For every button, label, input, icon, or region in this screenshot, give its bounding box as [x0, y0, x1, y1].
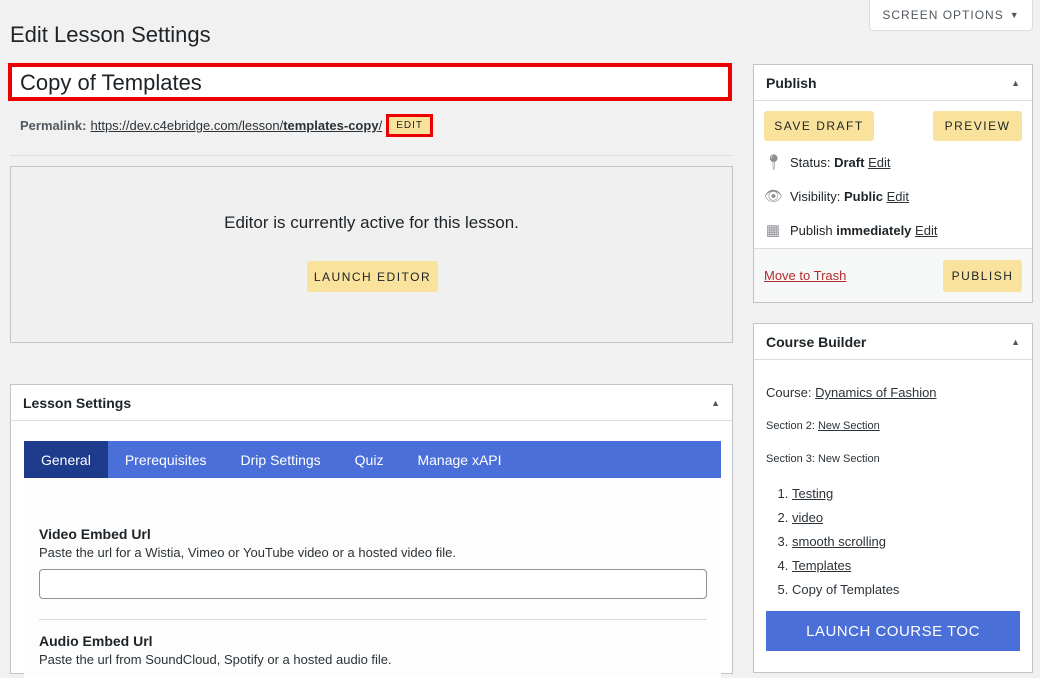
permalink-prefix: https://dev.c4ebridge.com/lesson/	[90, 118, 284, 133]
permalink-label: Permalink:	[20, 118, 87, 133]
video-embed-url-input[interactable]	[39, 569, 707, 599]
tab-general[interactable]: General	[24, 441, 108, 478]
permalink-suffix: /	[378, 118, 383, 133]
preview-button[interactable]: PREVIEW	[933, 111, 1022, 141]
list-item: smooth scrolling	[792, 532, 899, 556]
status-row: 📍︎ Status: Draft Edit	[764, 153, 890, 171]
publish-title: Publish	[766, 74, 817, 91]
lesson-settings-panel: Lesson Settings ▲ General Prerequisites D…	[10, 384, 733, 678]
launch-editor-button[interactable]: LAUNCH EDITOR	[307, 261, 438, 292]
editor-panel: Editor is currently active for this less…	[10, 166, 733, 343]
course-builder-title: Course Builder	[766, 333, 867, 350]
current-lesson: Copy of Templates	[792, 582, 900, 597]
permalink-link[interactable]: https://dev.c4ebridge.com/lesson/templat…	[90, 118, 382, 133]
publish-panel: Publish ▲ SAVE DRAFT PREVIEW 📍︎ Status: Dr…	[753, 64, 1033, 303]
calendar-icon: ▦	[765, 222, 781, 239]
collapse-arrow-icon[interactable]: ▲	[1011, 78, 1020, 88]
status-value: Draft	[834, 154, 865, 170]
course-link[interactable]: Dynamics of Fashion	[815, 385, 936, 400]
general-tab-content: Video Embed Url Paste the url for a Wist…	[24, 478, 721, 678]
lesson-settings-title: Lesson Settings	[23, 394, 132, 411]
lesson-link[interactable]: smooth scrolling	[792, 534, 886, 549]
publish-button[interactable]: PUBLISH	[943, 260, 1022, 292]
collapse-arrow-icon[interactable]: ▲	[711, 398, 720, 408]
launch-course-toc-button[interactable]: LAUNCH COURSE TOC	[766, 611, 1020, 651]
visibility-label: Visibility:	[790, 188, 841, 204]
page-title: Edit Lesson Settings	[10, 22, 211, 47]
course-builder-panel: Course Builder ▲ Course: Dynamics of Fash…	[753, 323, 1033, 673]
settings-tabs: General Prerequisites Drip Settings Quiz…	[24, 441, 721, 478]
publish-actions: Move to Trash PUBLISH	[754, 248, 1032, 302]
schedule-row: ▦ Publish immediately Edit	[764, 221, 938, 239]
divider	[10, 155, 733, 156]
visibility-value: Public	[843, 188, 883, 204]
course-label: Course:	[766, 385, 812, 400]
save-draft-button[interactable]: SAVE DRAFT	[764, 111, 874, 141]
list-item: Templates	[792, 556, 899, 580]
permalink: Permalink: https://dev.c4ebridge.com/les…	[20, 114, 433, 137]
screen-options-button[interactable]: SCREEN OPTIONS ▼	[869, 0, 1033, 31]
lesson-link[interactable]: Templates	[792, 558, 851, 573]
course-line: Course: Dynamics of Fashion	[766, 385, 937, 400]
lesson-link[interactable]: Testing	[792, 486, 833, 501]
edit-schedule-link[interactable]: Edit	[915, 223, 937, 238]
list-item: Testing	[792, 484, 899, 508]
tab-manage-xapi[interactable]: Manage xAPI	[400, 441, 518, 478]
video-embed-label: Video Embed Url	[39, 526, 151, 542]
edit-visibility-link[interactable]: Edit	[887, 189, 909, 204]
section-3-line: Section 3: New Section	[766, 453, 880, 465]
audio-embed-label: Audio Embed Url	[39, 633, 153, 649]
collapse-arrow-icon[interactable]: ▲	[1011, 337, 1020, 347]
section-2-line: Section 2: New Section	[766, 420, 880, 432]
edit-permalink-button[interactable]: EDIT	[386, 114, 433, 137]
lesson-list: Testing video smooth scrolling Templates…	[780, 484, 899, 604]
list-item: Copy of Templates	[792, 580, 899, 604]
pin-icon: 📍︎	[764, 154, 784, 171]
lesson-link[interactable]: video	[792, 510, 823, 525]
editor-message: Editor is currently active for this less…	[224, 213, 519, 232]
section-2-label: Section 2:	[766, 420, 815, 432]
edit-status-link[interactable]: Edit	[868, 155, 890, 170]
section-2-link[interactable]: New Section	[818, 420, 880, 432]
visibility-row: 👁︎ Visibility: Public Edit	[764, 187, 909, 205]
post-title-input[interactable]: Copy of Templates	[8, 63, 732, 101]
divider	[39, 619, 707, 620]
screen-options-label: SCREEN OPTIONS	[882, 8, 1004, 22]
tab-quiz[interactable]: Quiz	[338, 441, 401, 478]
audio-embed-description: Paste the url from SoundCloud, Spotify o…	[39, 652, 392, 667]
tab-drip-settings[interactable]: Drip Settings	[224, 441, 338, 478]
move-to-trash-link[interactable]: Move to Trash	[764, 268, 846, 283]
eye-icon: 👁︎	[764, 188, 784, 205]
publish-label: Publish	[790, 222, 833, 238]
caret-down-icon: ▼	[1009, 10, 1020, 20]
permalink-slug: templates-copy	[283, 118, 379, 133]
publish-when: immediately	[836, 222, 912, 238]
status-label: Status:	[790, 154, 831, 170]
video-embed-description: Paste the url for a Wistia, Vimeo or You…	[39, 545, 456, 560]
tab-prerequisites[interactable]: Prerequisites	[108, 441, 224, 478]
list-item: video	[792, 508, 899, 532]
